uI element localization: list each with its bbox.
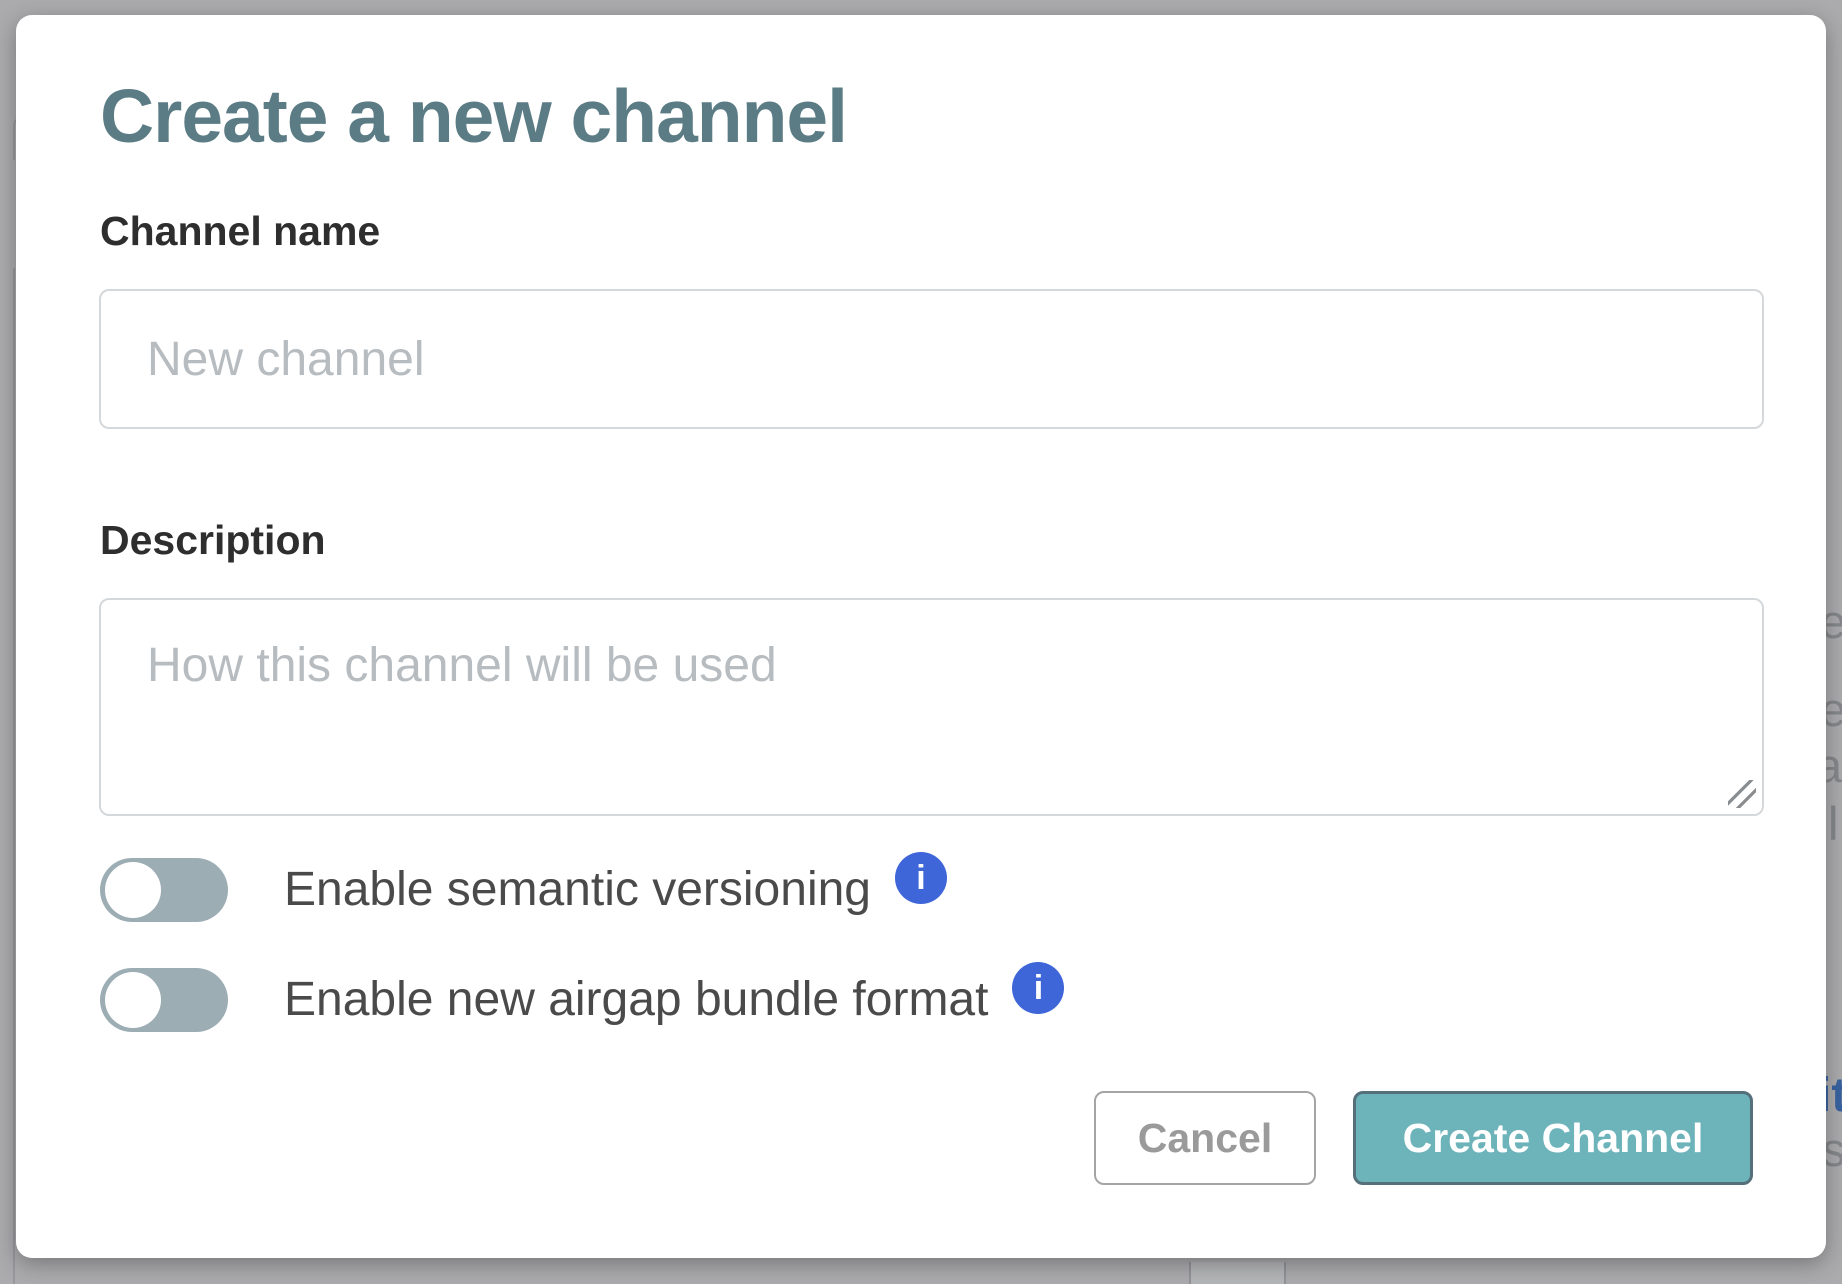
- channel-name-input[interactable]: [99, 289, 1764, 429]
- screen: { "modal": { "title": "Create a new chan…: [0, 0, 1842, 1284]
- info-icon[interactable]: i: [895, 852, 947, 904]
- toggle-knob: [105, 862, 161, 918]
- backdrop-text-fragment: l: [1828, 800, 1838, 847]
- airgap-bundle-toggle[interactable]: [100, 968, 228, 1032]
- cancel-button[interactable]: Cancel: [1094, 1091, 1316, 1185]
- airgap-bundle-label: Enable new airgap bundle format: [284, 976, 988, 1024]
- semantic-versioning-label: Enable semantic versioning: [284, 866, 871, 914]
- modal-footer: Cancel Create Channel: [1094, 1091, 1753, 1185]
- semantic-versioning-toggle[interactable]: [100, 858, 228, 922]
- backdrop-table-cell: [1189, 1262, 1286, 1284]
- backdrop-card-border: [13, 268, 15, 1284]
- create-channel-button[interactable]: Create Channel: [1353, 1091, 1753, 1185]
- toggle-knob: [105, 972, 161, 1028]
- semantic-versioning-row: Enable semantic versioning i: [100, 857, 947, 923]
- description-field-wrapper: [99, 598, 1764, 816]
- airgap-bundle-row: Enable new airgap bundle format i: [100, 967, 1064, 1033]
- info-icon[interactable]: i: [1012, 962, 1064, 1014]
- channel-name-label: Channel name: [100, 209, 380, 254]
- create-channel-modal: Create a new channel Channel name Descri…: [16, 15, 1826, 1258]
- description-label: Description: [100, 518, 326, 563]
- modal-title: Create a new channel: [100, 75, 847, 158]
- description-textarea[interactable]: [99, 598, 1764, 816]
